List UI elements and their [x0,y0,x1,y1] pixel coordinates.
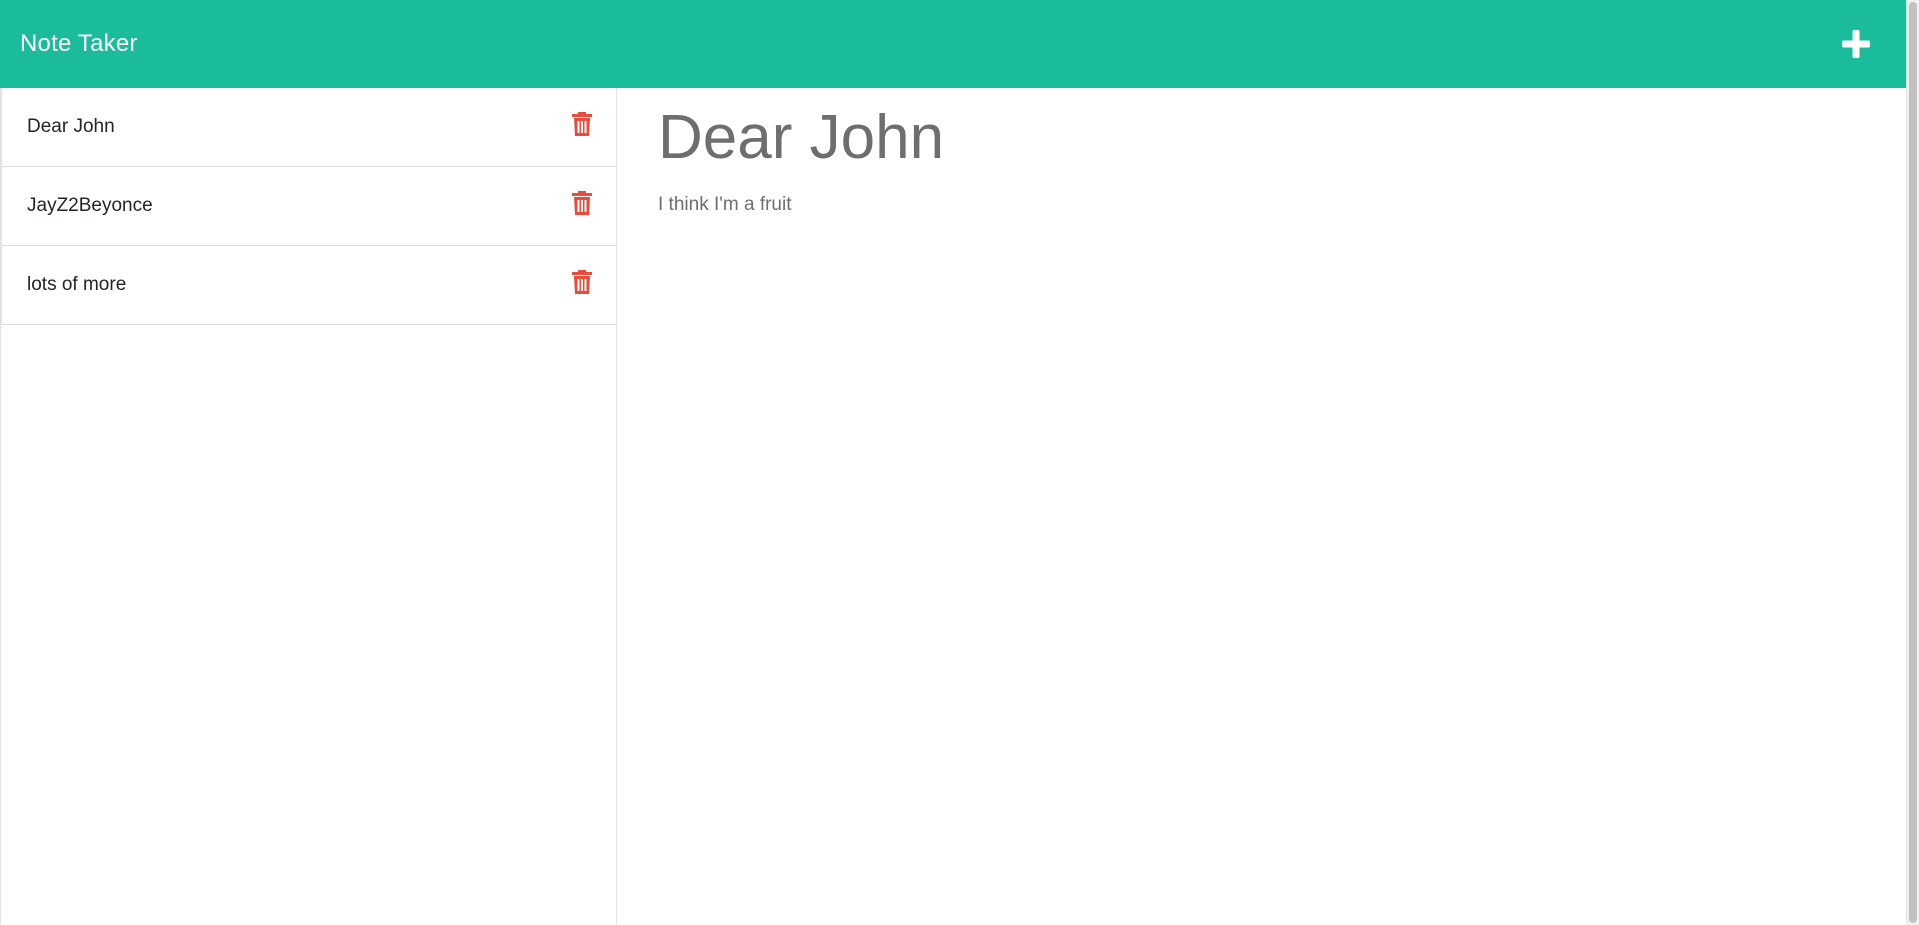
note-taker-app: Note Taker Dear John JayZ2Beyonce lots o… [0,0,1919,925]
scrollbar-thumb[interactable] [1909,2,1917,923]
plus-icon [1842,30,1870,58]
note-editor: Dear John I think I'm a fruit [617,88,1906,925]
trash-icon[interactable] [572,191,592,215]
note-list-item[interactable]: JayZ2Beyonce [1,167,616,246]
note-text-area[interactable]: I think I'm a fruit [658,194,1865,216]
note-list-item[interactable]: Dear John [1,88,616,167]
note-title-input[interactable]: Dear John [658,103,1865,172]
trash-icon[interactable] [572,112,592,136]
trash-icon[interactable] [572,270,592,294]
new-note-button[interactable] [1838,26,1874,62]
note-list-item[interactable]: lots of more [1,246,616,325]
note-list-item-title: JayZ2Beyonce [27,195,153,216]
note-list-item-title: lots of more [27,274,127,295]
navbar: Note Taker [0,0,1906,88]
note-list-item-title: Dear John [27,116,115,137]
note-list-sidebar: Dear John JayZ2Beyonce lots of more [0,88,617,925]
page-scrollbar[interactable] [1906,0,1919,925]
note-list: Dear John JayZ2Beyonce lots of more [1,88,616,325]
app-title[interactable]: Note Taker [20,30,138,58]
